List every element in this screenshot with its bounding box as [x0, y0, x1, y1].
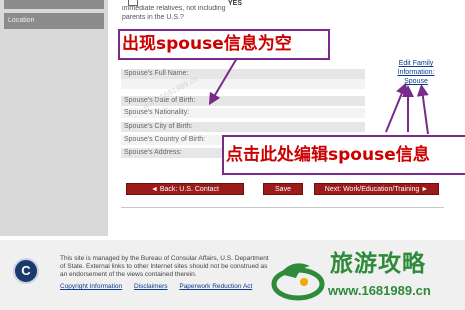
footer-links: Copyright Information Disclaimers Paperw…	[60, 283, 262, 290]
next-button[interactable]: Next: Work/Education/Training ►	[314, 183, 439, 195]
arrow-to-empty-field	[208, 57, 238, 106]
copyright-link[interactable]: Copyright Information	[60, 283, 122, 290]
state-department-seal: C	[13, 258, 39, 284]
watermark-url: www.1681989.cn	[328, 283, 431, 298]
divider	[121, 207, 444, 208]
arrow-to-edit-link-1	[385, 82, 408, 133]
travel-logo-icon	[271, 263, 325, 301]
save-button[interactable]: Save	[263, 183, 303, 195]
disclaimers-link[interactable]: Disclaimers	[134, 283, 168, 290]
paperwork-link[interactable]: Paperwork Reduction Act	[179, 283, 252, 290]
watermark-brand: 旅游攻略	[330, 251, 426, 277]
back-button[interactable]: ◄ Back: U.S. Contact	[126, 183, 244, 195]
footer-text: This site is managed by the Bureau of Co…	[60, 255, 269, 278]
arrow-to-edit-link-3	[416, 84, 429, 135]
